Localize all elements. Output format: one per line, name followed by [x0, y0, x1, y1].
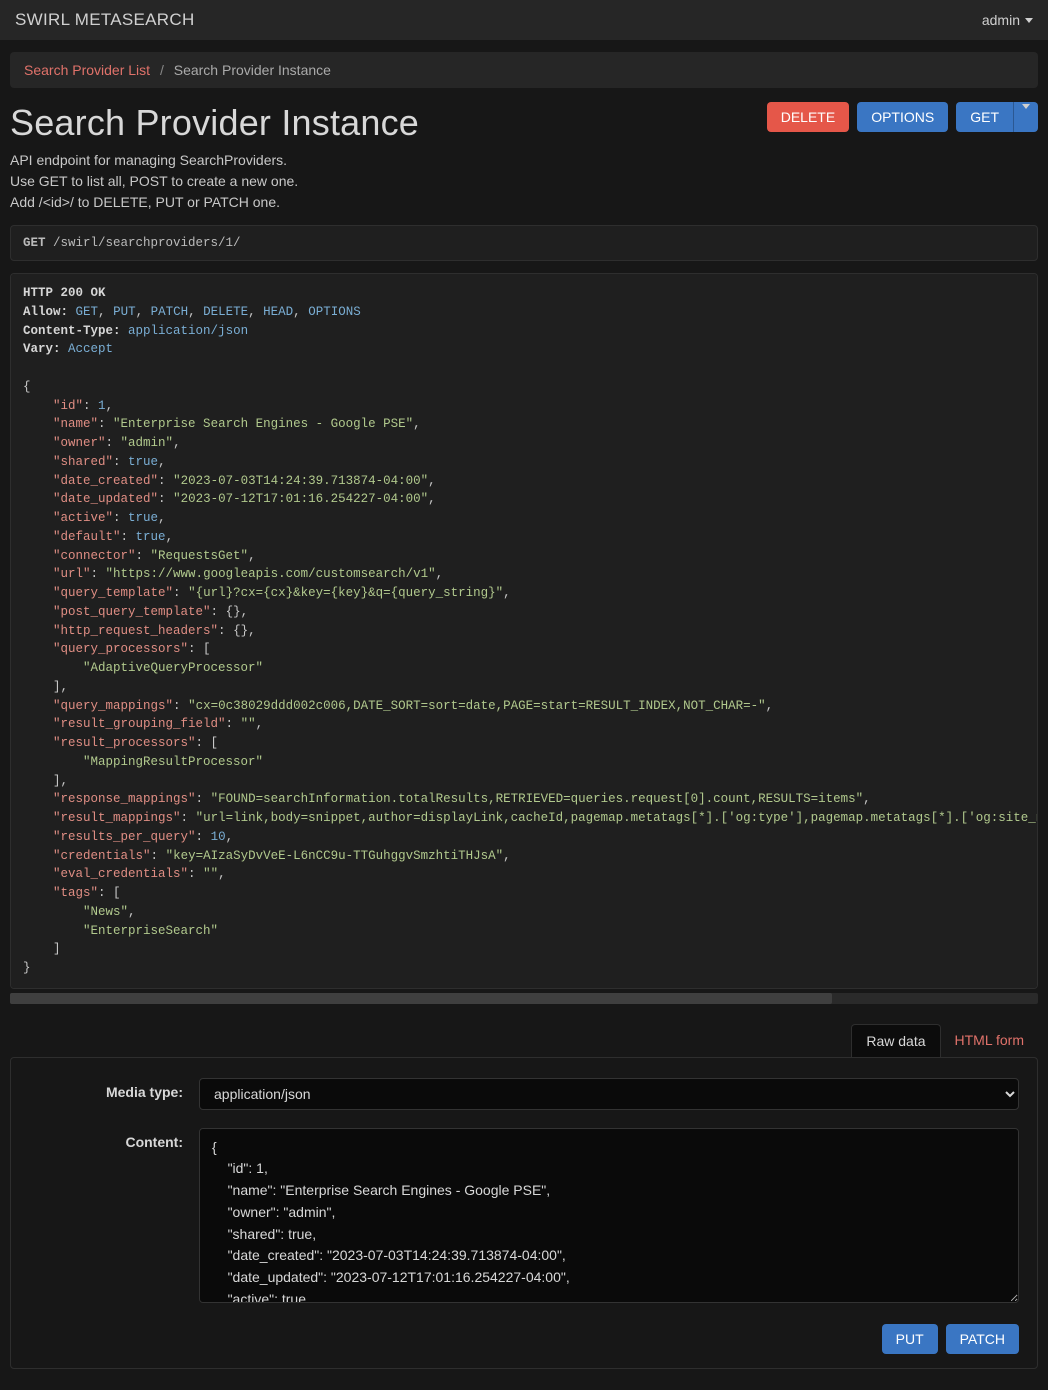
- description-line: Add /<id>/ to DELETE, PUT or PATCH one.: [10, 192, 1038, 213]
- get-button[interactable]: GET: [956, 102, 1013, 132]
- tab-raw-data[interactable]: Raw data: [851, 1024, 940, 1057]
- action-buttons: DELETE OPTIONS GET: [767, 102, 1038, 132]
- media-type-select[interactable]: application/json: [199, 1078, 1019, 1110]
- description-line: API endpoint for managing SearchProvider…: [10, 150, 1038, 171]
- chevron-down-icon: [1025, 18, 1033, 23]
- request-method: GET: [23, 236, 46, 250]
- tab-html-form[interactable]: HTML form: [941, 1024, 1038, 1057]
- api-description: API endpoint for managing SearchProvider…: [10, 150, 1038, 213]
- options-button[interactable]: OPTIONS: [857, 102, 948, 132]
- brand[interactable]: SWIRL METASEARCH: [15, 10, 195, 30]
- get-dropdown-button[interactable]: [1013, 102, 1038, 132]
- chevron-down-icon: [1022, 104, 1030, 125]
- response-body: HTTP 200 OK Allow: GET, PUT, PATCH, DELE…: [10, 273, 1038, 989]
- content-label: Content:: [29, 1128, 199, 1306]
- delete-button[interactable]: DELETE: [767, 102, 849, 132]
- put-button[interactable]: PUT: [882, 1324, 938, 1354]
- patch-button[interactable]: PATCH: [946, 1324, 1019, 1354]
- breadcrumb-current: Search Provider Instance: [174, 62, 331, 78]
- page-title: Search Provider Instance: [10, 102, 419, 144]
- breadcrumb-link[interactable]: Search Provider List: [24, 62, 150, 78]
- request-line: GET /swirl/searchproviders/1/: [10, 225, 1038, 261]
- description-line: Use GET to list all, POST to create a ne…: [10, 171, 1038, 192]
- scrollbar-thumb[interactable]: [10, 993, 832, 1004]
- breadcrumb-separator: /: [154, 62, 170, 78]
- media-type-label: Media type:: [29, 1078, 199, 1110]
- breadcrumb: Search Provider List / Search Provider I…: [10, 52, 1038, 88]
- request-path: /swirl/searchproviders/1/: [53, 236, 241, 250]
- content-textarea[interactable]: [199, 1128, 1019, 1303]
- navbar: SWIRL METASEARCH admin: [0, 0, 1048, 40]
- horizontal-scrollbar[interactable]: [10, 993, 1038, 1004]
- user-dropdown[interactable]: admin: [982, 12, 1033, 28]
- form-tabs: Raw data HTML form: [10, 1024, 1038, 1057]
- user-label: admin: [982, 12, 1020, 28]
- form-panel: Media type: application/json Content: PU…: [10, 1057, 1038, 1369]
